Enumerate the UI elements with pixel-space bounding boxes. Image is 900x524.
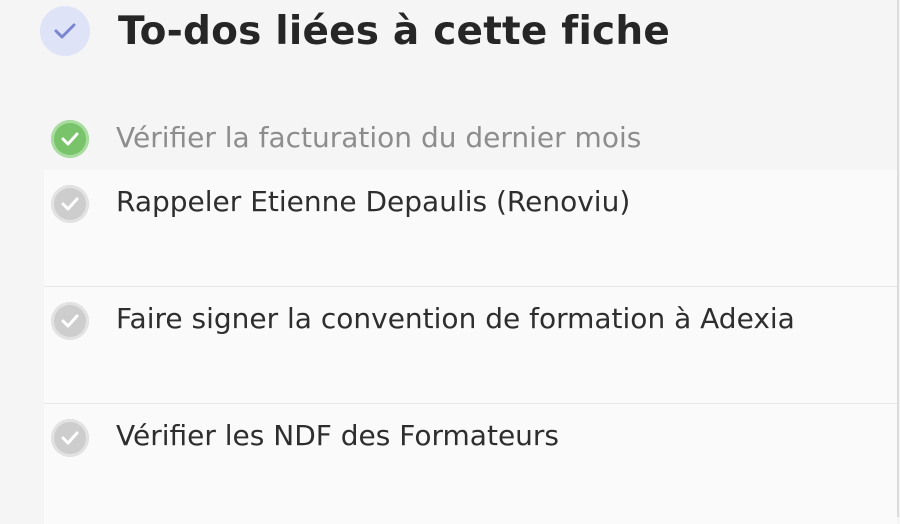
todo-checkbox[interactable] [51,302,89,340]
todo-item[interactable]: Faire signer la convention de formation … [44,287,897,404]
todo-checkbox-checked[interactable] [51,120,89,158]
todo-item[interactable]: Rappeler Etienne Depaulis (Renoviu) [44,170,897,287]
check-icon [40,6,90,56]
todo-item[interactable]: Vérifier les NDF des Formateurs [44,404,897,524]
check-icon [61,431,79,445]
todo-label: Rappeler Etienne Depaulis (Renoviu) [116,185,631,218]
todo-checkbox[interactable] [51,419,89,457]
todos-panel: To-dos liées à cette fiche Vérifier la f… [0,0,899,524]
todo-label: Vérifier les NDF des Formateurs [116,419,560,452]
check-icon [61,197,79,211]
todo-label: Vérifier la facturation du dernier mois [116,121,642,154]
todo-checkbox[interactable] [51,185,89,223]
check-icon [61,132,79,146]
todo-list: Vérifier la facturation du dernier mois … [44,105,897,524]
check-icon [61,314,79,328]
todo-item-completed[interactable]: Vérifier la facturation du dernier mois [44,105,897,170]
todo-label: Faire signer la convention de formation … [116,302,795,335]
todos-header: To-dos liées à cette fiche [0,0,897,100]
page-title: To-dos liées à cette fiche [118,9,670,54]
